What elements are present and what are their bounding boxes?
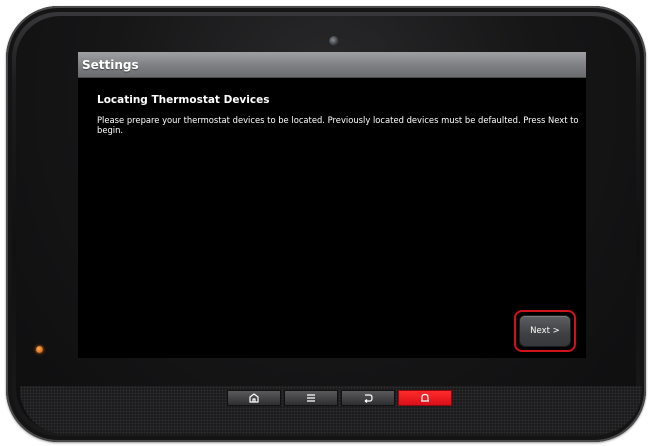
- home-button[interactable]: [227, 390, 281, 406]
- screen-title: Settings: [82, 57, 139, 72]
- next-button[interactable]: Next >: [520, 316, 570, 346]
- back-button[interactable]: [341, 390, 395, 406]
- page-heading: Locating Thermostat Devices: [97, 94, 270, 106]
- status-led: [36, 346, 43, 353]
- instruction-text: Please prepare your thermostat devices t…: [97, 115, 579, 135]
- title-bar: Settings: [78, 52, 586, 78]
- next-button-highlight: Next >: [514, 310, 576, 352]
- emergency-button[interactable]: [398, 390, 452, 406]
- menu-button[interactable]: [284, 390, 338, 406]
- home-icon: [249, 393, 259, 403]
- alarm-bell-icon: [421, 393, 429, 402]
- front-camera: [329, 36, 339, 46]
- touch-screen: Settings Locating Thermostat Devices Ple…: [78, 52, 586, 358]
- hardware-nav-bar: [227, 390, 455, 406]
- content-area: Locating Thermostat Devices Please prepa…: [78, 78, 586, 135]
- back-icon: [364, 394, 373, 403]
- menu-icon: [307, 394, 315, 402]
